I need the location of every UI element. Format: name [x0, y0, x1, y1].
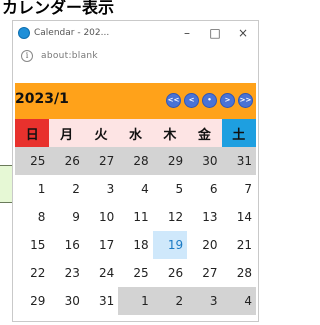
weekday-header-sun: 日	[15, 119, 50, 147]
day-cell[interactable]: 18	[118, 231, 153, 259]
day-cell[interactable]: 21	[221, 231, 256, 259]
year-month-label: 2023/1	[15, 91, 69, 107]
weekday-header-fri: 金	[187, 119, 222, 147]
page-header-text: カレンダー表示	[2, 0, 115, 17]
day-cell[interactable]: 4	[221, 287, 256, 315]
day-cell[interactable]: 24	[83, 259, 119, 287]
day-cell[interactable]: 25	[15, 147, 50, 175]
prev-month-button[interactable]: <	[184, 93, 199, 108]
day-cell[interactable]: 26	[152, 259, 188, 287]
day-cell[interactable]: 27	[187, 259, 222, 287]
day-cell[interactable]: 29	[15, 287, 50, 315]
calendar-window: Calendar - 202... – □ × i about:blank 20…	[12, 20, 259, 322]
day-cell[interactable]: 22	[15, 259, 50, 287]
day-cell[interactable]: 8	[15, 203, 50, 231]
calendar: 2023/1 << < • > >> 日 月 火 水 木 金 土 25 26 27 2…	[15, 83, 256, 319]
day-cell[interactable]: 19	[152, 231, 188, 259]
day-cell[interactable]: 6	[187, 175, 222, 203]
day-cell[interactable]: 9	[49, 203, 84, 231]
day-cell[interactable]: 28	[221, 259, 256, 287]
day-cell[interactable]: 31	[83, 287, 119, 315]
weekday-header-wed: 水	[118, 119, 153, 147]
day-cell[interactable]: 27	[83, 147, 119, 175]
day-cell[interactable]: 13	[187, 203, 222, 231]
url-text: about:blank	[41, 51, 98, 61]
day-cell[interactable]: 7	[221, 175, 256, 203]
today-button[interactable]: •	[202, 93, 217, 108]
weekday-header-tue: 火	[83, 119, 119, 147]
day-cell[interactable]: 14	[221, 203, 256, 231]
info-icon[interactable]: i	[21, 50, 33, 62]
day-cell[interactable]: 4	[118, 175, 153, 203]
day-cell[interactable]: 31	[221, 147, 256, 175]
day-cell[interactable]: 30	[49, 287, 84, 315]
day-cell[interactable]: 17	[83, 231, 119, 259]
next-month-button[interactable]: >	[220, 93, 235, 108]
weekday-header-thu: 木	[152, 119, 188, 147]
calendar-app-icon	[18, 27, 30, 39]
day-cell[interactable]: 1	[118, 287, 153, 315]
maximize-button[interactable]: □	[201, 24, 229, 42]
day-cell[interactable]: 12	[152, 203, 188, 231]
day-cell[interactable]: 28	[118, 147, 153, 175]
next-year-button[interactable]: >>	[238, 93, 253, 108]
prev-year-button[interactable]: <<	[166, 93, 181, 108]
day-cell[interactable]: 26	[49, 147, 84, 175]
day-cell[interactable]: 11	[118, 203, 153, 231]
day-cell[interactable]: 29	[152, 147, 188, 175]
title-bar[interactable]: Calendar - 202... – □ ×	[13, 21, 258, 45]
day-cell[interactable]: 2	[49, 175, 84, 203]
address-bar: i about:blank	[13, 45, 258, 67]
window-title: Calendar - 202...	[34, 28, 110, 38]
close-button[interactable]: ×	[229, 24, 257, 42]
day-cell[interactable]: 3	[187, 287, 222, 315]
minimize-button[interactable]: –	[173, 24, 201, 42]
weekday-header-sat: 土	[221, 119, 256, 147]
day-cell[interactable]: 1	[15, 175, 50, 203]
day-cell[interactable]: 15	[15, 231, 50, 259]
day-cell[interactable]: 3	[83, 175, 119, 203]
day-cell[interactable]: 25	[118, 259, 153, 287]
day-cell[interactable]: 10	[83, 203, 119, 231]
day-cell[interactable]: 5	[152, 175, 188, 203]
day-cell[interactable]: 16	[49, 231, 84, 259]
day-cell[interactable]: 20	[187, 231, 222, 259]
day-cell[interactable]: 2	[152, 287, 188, 315]
calendar-header: 2023/1 << < • > >>	[15, 83, 256, 119]
weekday-header-mon: 月	[49, 119, 84, 147]
day-cell[interactable]: 23	[49, 259, 84, 287]
calendar-grid: 日 月 火 水 木 金 土 25 26 27 28 29 30 31 1 2 3 4 5 6 7 8 9 10 1…	[15, 119, 256, 315]
day-cell[interactable]: 30	[187, 147, 222, 175]
